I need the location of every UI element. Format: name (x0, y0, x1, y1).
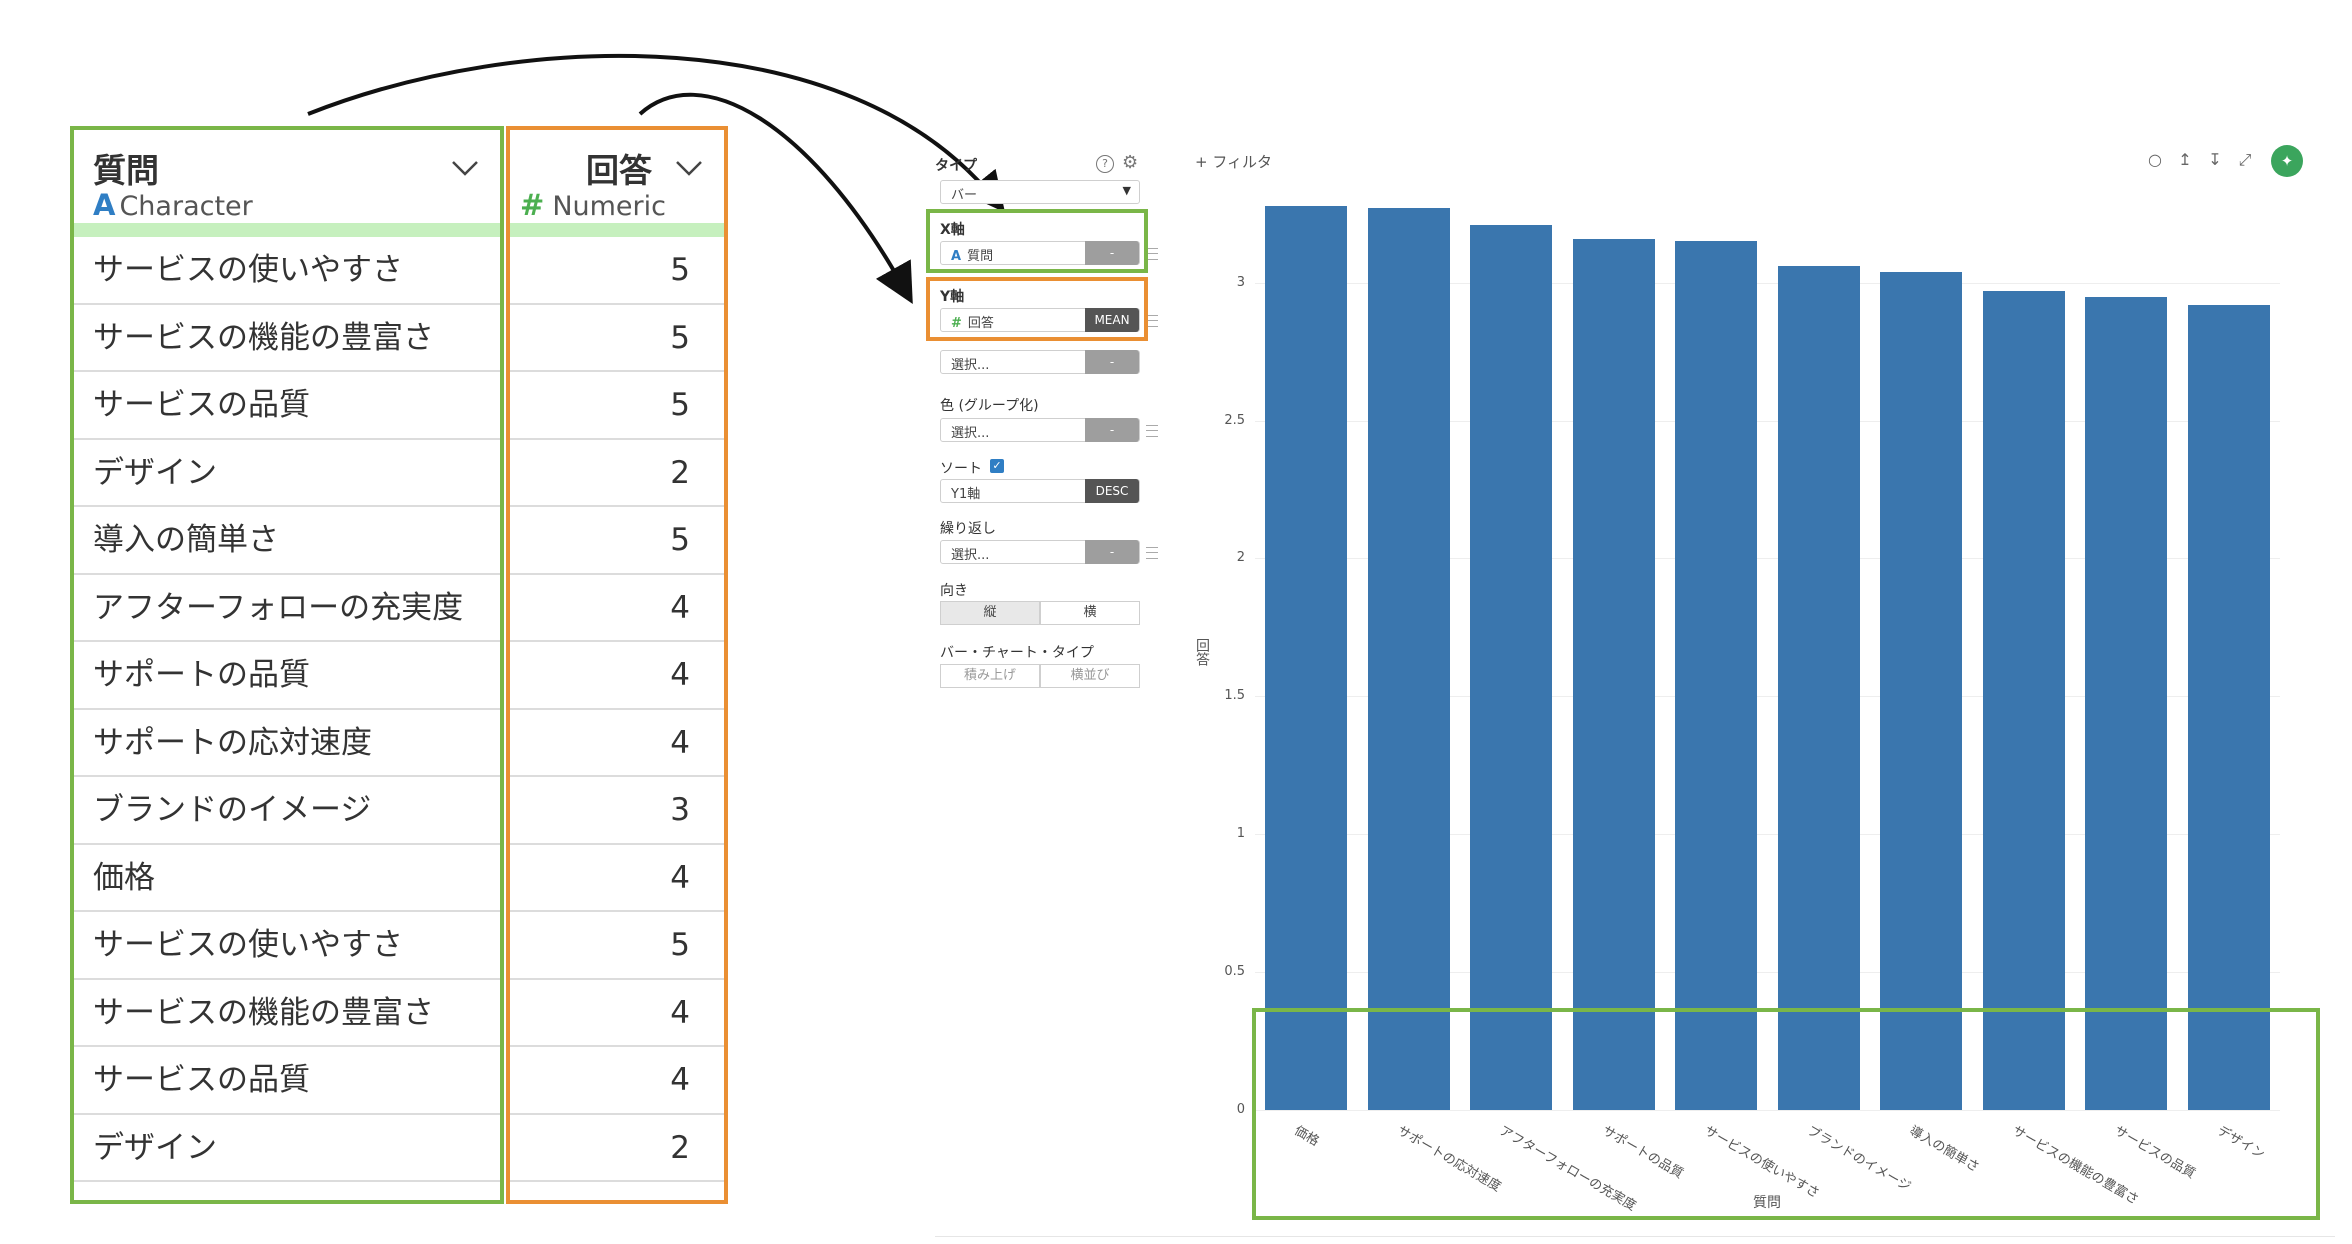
menu-icon[interactable] (1146, 547, 1158, 559)
arrow-question-to-xaxis (307, 53, 1006, 213)
pin-icon[interactable]: ✦ (2271, 145, 2303, 177)
y2-axis-field[interactable]: 選択... - (940, 350, 1140, 374)
chart-type-value: バー (951, 188, 978, 203)
y2-axis-placeholder: 選択... (951, 358, 990, 373)
x-axis-highlight (926, 209, 1148, 273)
orientation-vertical-button[interactable]: 縦 (940, 601, 1040, 625)
y-axis-title: 回答 (1194, 638, 1210, 666)
sort-label: ソート (940, 461, 982, 477)
bottom-divider (935, 1236, 2335, 1237)
repeat-aggregate-button[interactable]: - (1085, 540, 1139, 564)
sort-checkbox[interactable]: ✓ (990, 459, 1004, 473)
gear-icon[interactable]: ⚙ (1122, 152, 1138, 173)
color-aggregate-button[interactable]: - (1085, 418, 1139, 442)
y-axis-highlight (926, 277, 1148, 341)
chart-type-select[interactable]: バー ▼ (940, 180, 1140, 204)
expand-icon[interactable]: ⤢ (2235, 150, 2255, 170)
sort-order-button[interactable]: DESC (1085, 479, 1139, 503)
sort-field[interactable]: Y1軸 DESC (940, 479, 1140, 503)
repeat-placeholder: 選択... (951, 548, 990, 563)
color-field[interactable]: 選択... - (940, 418, 1140, 442)
chart-type-label: タイプ (935, 158, 977, 174)
bar-chart-type-label: バー・チャート・タイプ (940, 645, 1094, 661)
y2-axis-aggregate-button[interactable]: - (1085, 350, 1139, 374)
repeat-label: 繰り返し (940, 521, 996, 537)
bar-stacked-button[interactable]: 積み上げ (940, 664, 1040, 688)
comment-icon[interactable]: ○ (2145, 150, 2165, 170)
upload-icon[interactable]: ↥ (2175, 150, 2195, 170)
sort-value: Y1軸 (951, 487, 981, 502)
repeat-field[interactable]: 選択... - (940, 540, 1140, 564)
help-icon[interactable]: ? (1096, 155, 1114, 173)
color-label: 色 (グループ化) (940, 398, 1039, 414)
caret-down-icon: ▼ (1122, 184, 1131, 197)
menu-icon[interactable] (1146, 425, 1158, 437)
x-axis-labels-highlight (1252, 1008, 2320, 1220)
add-filter-button[interactable]: + フィルタ (1195, 151, 1272, 172)
download-icon[interactable]: ↧ (2205, 150, 2225, 170)
color-placeholder: 選択... (951, 426, 990, 441)
orientation-label: 向き (940, 583, 968, 599)
arrow-answer-to-yaxis (638, 92, 913, 304)
orientation-horizontal-button[interactable]: 横 (1040, 601, 1140, 625)
bar-side-by-side-button[interactable]: 横並び (1040, 664, 1140, 688)
